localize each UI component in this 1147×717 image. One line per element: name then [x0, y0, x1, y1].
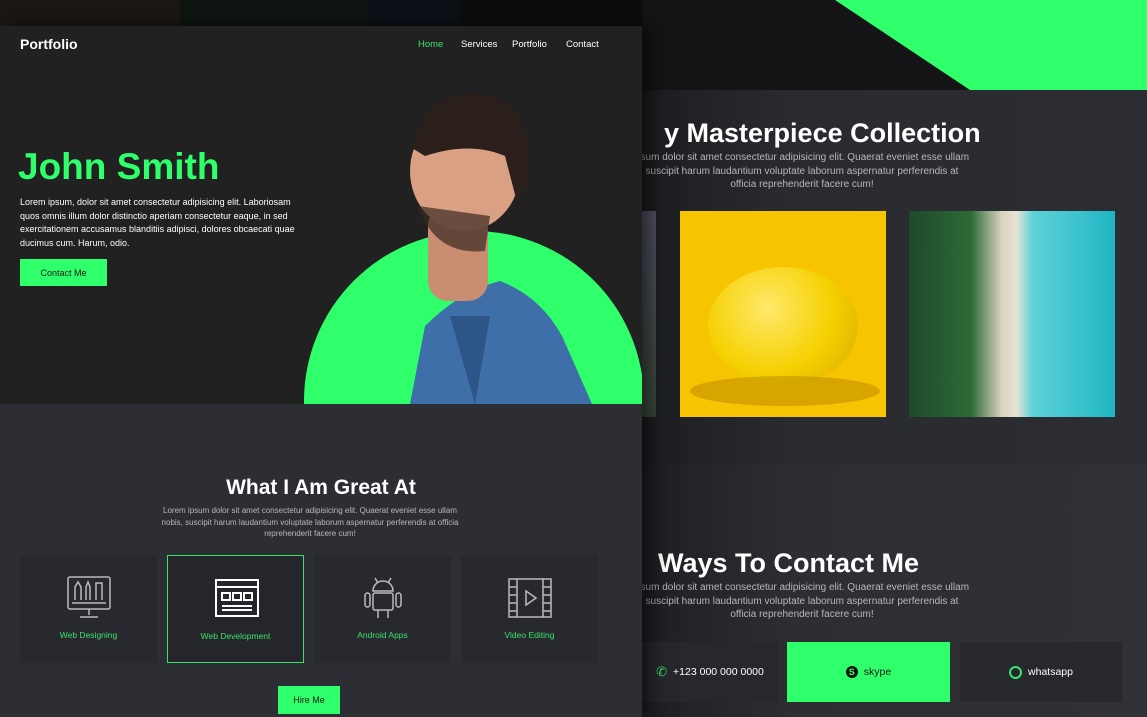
contact-whatsapp[interactable]: whatsapp [960, 642, 1122, 702]
nav-home[interactable]: Home [418, 39, 443, 50]
brand-logo[interactable]: Portfolio [20, 36, 78, 52]
service-label: Video Editing [504, 630, 555, 640]
hero-text: Lorem ipsum, dolor sit amet consectetur … [20, 197, 295, 248]
nav-services[interactable]: Services [461, 39, 497, 50]
top-image-strip [0, 0, 642, 26]
contact-phone[interactable]: ✆ +123 000 000 0000 [642, 642, 778, 702]
service-card-web-designing[interactable]: Web Designing [20, 555, 157, 663]
monitor-design-icon [67, 576, 111, 618]
hero-portrait [304, 93, 642, 404]
service-card-android-apps[interactable]: Android Apps [314, 555, 451, 663]
android-icon [364, 577, 402, 618]
service-card-video-editing[interactable]: Video Editing [461, 555, 598, 663]
portfolio-image-partial[interactable] [642, 211, 656, 417]
nav-portfolio[interactable]: Portfolio [512, 39, 547, 50]
film-play-icon [508, 578, 552, 618]
services-section: What I Am Great At Lorem ipsum dolor sit… [0, 404, 642, 717]
portfolio-image-lemon[interactable] [680, 211, 886, 417]
contact-skype-label: skype [863, 666, 892, 678]
skype-icon: S [845, 666, 858, 678]
browser-window-icon [215, 579, 259, 617]
front-page: Portfolio Home Services Portfolio Contac… [0, 26, 642, 717]
contact-me-button[interactable]: Contact Me [20, 259, 107, 286]
services-text: Lorem ipsum dolor sit amet consectetur a… [161, 506, 459, 538]
hire-me-button[interactable]: Hire Me [278, 686, 340, 714]
hero-name: John Smith [18, 146, 220, 187]
portfolio-image-beach[interactable] [909, 211, 1115, 417]
contact-phone-label: +123 000 000 0000 [673, 666, 764, 678]
portfolio-title: y Masterpiece Collection [664, 118, 981, 148]
portfolio-section: y Masterpiece Collection psum dolor sit … [635, 90, 1147, 465]
contact-title: Ways To Contact Me [658, 548, 920, 578]
hero-section: Portfolio Home Services Portfolio Contac… [0, 26, 642, 404]
contact-whatsapp-label: whatsapp [1028, 666, 1073, 678]
service-card-web-development[interactable]: Web Development [167, 555, 304, 663]
services-title: What I Am Great At [226, 476, 416, 499]
nav-contact[interactable]: Contact [566, 39, 599, 50]
phone-icon: ✆ [656, 664, 668, 679]
service-label: Web Designing [59, 630, 118, 640]
contact-text: psum dolor sit amet consectetur adipisic… [634, 582, 970, 620]
service-label: Android Apps [357, 630, 408, 640]
service-label: Web Development [200, 631, 271, 641]
portfolio-text: psum dolor sit amet consectetur adipisic… [634, 152, 970, 190]
contact-skype[interactable]: S skype [787, 642, 950, 702]
whatsapp-icon [1009, 665, 1023, 679]
